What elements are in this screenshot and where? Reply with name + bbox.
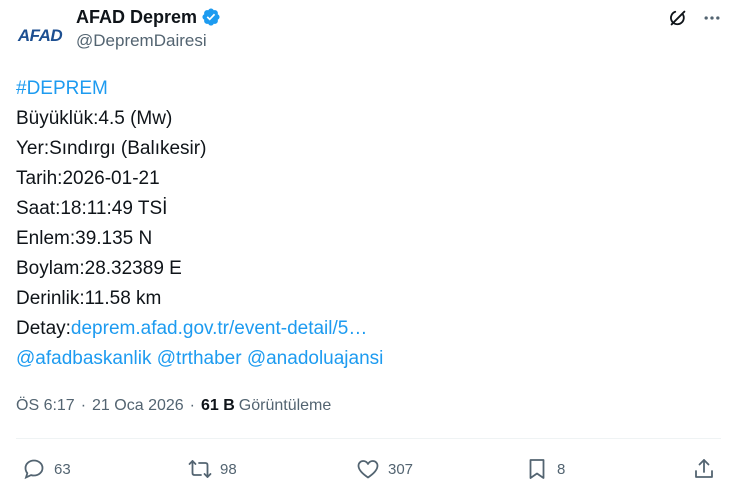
like-count: 307 bbox=[388, 460, 414, 478]
mention-link[interactable]: @anadoluajansi bbox=[247, 348, 384, 369]
mention-link[interactable]: @afadbaskanlik bbox=[16, 348, 151, 369]
mention-link[interactable]: @trthaber bbox=[157, 348, 242, 369]
hashtag-link[interactable]: #DEPREM bbox=[16, 78, 108, 99]
bookmark-button[interactable]: 8 bbox=[525, 452, 565, 486]
heart-icon bbox=[357, 460, 379, 479]
reply-icon bbox=[24, 459, 44, 480]
divider bbox=[16, 438, 721, 439]
post-meta: ÖS 6:17 · 21 Oca 2026 · 61 B Görüntüleme bbox=[16, 395, 331, 417]
detail-label: Detay: bbox=[16, 318, 71, 339]
tweet: AFAD AFAD Deprem @DepremDairesi #DEPREM … bbox=[0, 0, 737, 491]
reply-button[interactable]: 63 bbox=[22, 452, 71, 486]
bookmark-count: 8 bbox=[557, 460, 566, 478]
depth-line: Derinlik:11.58 km bbox=[16, 288, 162, 309]
author-handle[interactable]: @DepremDairesi bbox=[76, 31, 207, 51]
share-button[interactable] bbox=[692, 452, 716, 486]
detail-link[interactable]: deprem.afad.gov.tr/event-detail/5… bbox=[71, 318, 367, 339]
latitude-line: Enlem:39.135 N bbox=[16, 228, 153, 249]
share-icon bbox=[695, 459, 713, 478]
meta-separator: · bbox=[80, 397, 87, 414]
repost-icon bbox=[188, 460, 212, 478]
tweet-text: #DEPREM Büyüklük:4.5 (Mw) Yer:Sındırgı (… bbox=[16, 74, 383, 374]
meta-separator: · bbox=[189, 397, 195, 414]
post-time[interactable]: ÖS 6:17 bbox=[16, 397, 75, 415]
magnitude-line: Büyüklük:4.5 (Mw) bbox=[16, 108, 173, 129]
bookmark-icon bbox=[529, 459, 545, 479]
date-line: Tarih:2026-01-21 bbox=[16, 168, 160, 189]
like-button[interactable]: 307 bbox=[356, 452, 413, 486]
avatar-logo-text: AFAD bbox=[17, 26, 63, 45]
longitude-line: Boylam:28.32389 E bbox=[16, 258, 182, 279]
avatar[interactable]: AFAD bbox=[16, 12, 64, 60]
author-display-name[interactable]: AFAD Deprem bbox=[76, 7, 197, 28]
reply-count: 63 bbox=[54, 460, 71, 478]
verified-badge-icon[interactable] bbox=[201, 7, 221, 27]
repost-count: 98 bbox=[220, 460, 237, 478]
post-date[interactable]: 21 Oca 2026 bbox=[92, 397, 184, 415]
time-line: Saat:18:11:49 TSİ bbox=[16, 198, 168, 219]
views-count[interactable]: 61 B bbox=[201, 397, 235, 415]
author-name-row: AFAD Deprem bbox=[76, 6, 221, 28]
more-dots-icon[interactable] bbox=[700, 6, 724, 30]
grok-icon[interactable] bbox=[666, 6, 690, 30]
views-label: Görüntüleme bbox=[238, 397, 332, 414]
location-line: Yer:Sındırgı (Balıkesir) bbox=[16, 138, 207, 159]
action-bar: 63 98 307 8 bbox=[0, 452, 737, 486]
repost-button[interactable]: 98 bbox=[188, 452, 237, 486]
